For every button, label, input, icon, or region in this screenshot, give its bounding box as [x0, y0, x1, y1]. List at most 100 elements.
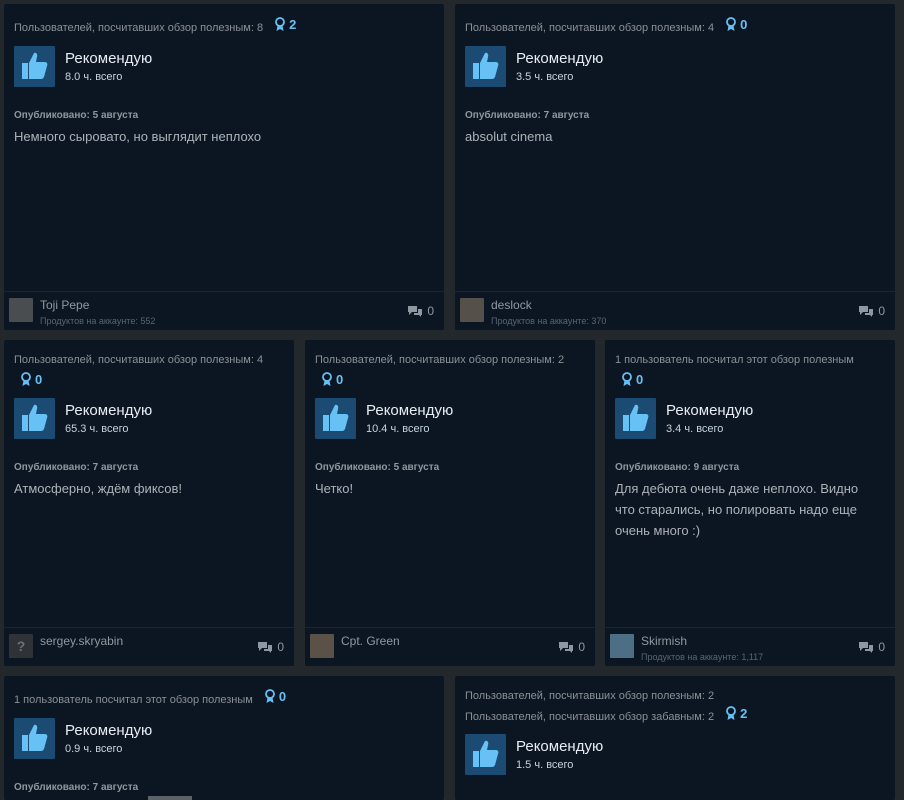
- comments-icon: [258, 641, 273, 653]
- recommendation-block[interactable]: Рекомендую 10.4 ч. всего: [315, 398, 575, 440]
- thumbs-up-icon: [22, 52, 48, 79]
- posted-date: Опубликовано: 5 августа: [14, 110, 139, 121]
- recommendation-title: Рекомендую: [516, 738, 604, 755]
- award-count: 0: [336, 372, 344, 387]
- playtime-hours: 3.4 ч. всего: [666, 423, 724, 435]
- review-text-line: что старались, но полировать надо еще: [615, 502, 857, 517]
- author-name[interactable]: deslock: [491, 298, 532, 312]
- award-button[interactable]: 0: [725, 16, 747, 33]
- comments-count: 0: [878, 304, 885, 318]
- recommendation-block[interactable]: Рекомендую 1.5 ч. всего: [465, 734, 725, 776]
- helpful-count: Пользователей, посчитавших обзор полезны…: [465, 22, 715, 34]
- recommendation-title: Рекомендую: [65, 402, 153, 419]
- comments-button[interactable]: 0: [257, 640, 284, 654]
- recommendation-block[interactable]: Рекомендую 3.5 ч. всего: [465, 46, 725, 88]
- award-count: 2: [740, 706, 748, 721]
- award-button[interactable]: 0: [264, 688, 286, 705]
- review-card: Пользователей, посчитавших обзор полезны…: [4, 4, 444, 330]
- author-products: Продуктов на аккаунте: 370: [491, 316, 607, 326]
- review-header: Пользователей, посчитавших обзор полезны…: [14, 16, 434, 37]
- review-text-line: очень много :): [615, 523, 701, 538]
- review-card: 1 пользователь посчитал этот обзор полез…: [4, 676, 444, 800]
- thumbs-up-icon: [323, 404, 349, 431]
- thumbs-up-badge: [14, 46, 55, 87]
- thumbs-up-icon: [22, 404, 48, 431]
- review-footer: Cpt. Green 0: [305, 627, 595, 666]
- award-icon: [21, 372, 31, 386]
- recommendation-title: Рекомендую: [65, 50, 153, 67]
- review-header: 1 пользователь посчитал этот обзор полез…: [615, 352, 885, 392]
- thumbs-up-badge: [14, 398, 55, 439]
- author-name[interactable]: sergey.skryabin: [40, 634, 123, 648]
- author-products: Продуктов на аккаунте: 552: [40, 316, 156, 326]
- award-count: 0: [35, 372, 43, 387]
- review-card: Пользователей, посчитавших обзор полезны…: [305, 340, 595, 666]
- review-text: absolut cinema: [465, 129, 553, 144]
- comments-icon: [859, 305, 874, 317]
- avatar-placeholder-icon[interactable]: ?: [9, 634, 33, 658]
- helpful-count: Пользователей, посчитавших обзор полезны…: [14, 354, 264, 366]
- review-footer: Toji Pepe Продуктов на аккаунте: 552 0: [4, 291, 444, 330]
- posted-date: Опубликовано: 7 августа: [465, 110, 590, 121]
- avatar[interactable]: [310, 634, 334, 658]
- thumbs-up-icon: [473, 52, 499, 79]
- comments-button[interactable]: 0: [858, 640, 885, 654]
- review-header: Пользователей, посчитавших обзор полезны…: [14, 352, 284, 392]
- review-text: Немного сыровато, но выглядит неплохо: [14, 129, 262, 144]
- author-name[interactable]: Toji Pepe: [40, 298, 89, 312]
- posted-date: Опубликовано: 9 августа: [615, 462, 740, 473]
- comments-icon: [408, 305, 423, 317]
- award-icon: [726, 706, 737, 720]
- recommendation-title: Рекомендую: [65, 722, 153, 739]
- avatar[interactable]: [9, 298, 33, 322]
- posted-date: Опубликовано: 5 августа: [315, 462, 440, 473]
- posted-date: Опубликовано: 7 августа: [14, 462, 139, 473]
- playtime-hours: 3.5 ч. всего: [516, 71, 574, 83]
- comments-icon: [859, 641, 874, 653]
- award-button[interactable]: 2: [274, 16, 296, 33]
- recommendation-block[interactable]: Рекомендую 8.0 ч. всего: [14, 46, 274, 88]
- award-button[interactable]: 0: [621, 371, 643, 388]
- thumbs-up-icon: [473, 740, 499, 767]
- recommendation-title: Рекомендую: [366, 402, 454, 419]
- avatar[interactable]: [610, 634, 634, 658]
- thumbs-up-badge: [14, 718, 55, 759]
- playtime-hours: 1.5 ч. всего: [516, 759, 574, 771]
- award-count: 2: [289, 17, 297, 32]
- comments-count: 0: [277, 640, 284, 654]
- award-count: 0: [740, 17, 748, 32]
- comments-button[interactable]: 0: [858, 304, 885, 318]
- scroll-indicator: [148, 796, 192, 800]
- award-button[interactable]: 0: [20, 371, 42, 388]
- author-products: Продуктов на аккаунте: 1,117: [641, 652, 764, 662]
- review-text: Четко!: [315, 481, 354, 496]
- thumbs-up-icon: [22, 724, 48, 751]
- award-icon: [322, 372, 332, 386]
- comments-count: 0: [578, 640, 585, 654]
- comments-button[interactable]: 0: [407, 304, 434, 318]
- award-icon: [622, 372, 632, 386]
- award-button[interactable]: 0: [321, 371, 343, 388]
- helpful-count: 1 пользователь посчитал этот обзор полез…: [14, 694, 253, 706]
- avatar[interactable]: [460, 298, 484, 322]
- review-footer: deslock Продуктов на аккаунте: 370 0: [455, 291, 895, 330]
- review-card: Пользователей, посчитавших обзор полезны…: [455, 676, 895, 800]
- award-button[interactable]: 2: [725, 705, 747, 722]
- recommendation-block[interactable]: Рекомендую 65.3 ч. всего: [14, 398, 274, 440]
- comments-button[interactable]: 0: [558, 640, 585, 654]
- award-count: 0: [278, 689, 287, 704]
- comments-count: 0: [427, 304, 434, 318]
- recommendation-block[interactable]: Рекомендую 3.4 ч. всего: [615, 398, 875, 440]
- author-name[interactable]: Cpt. Green: [341, 634, 400, 648]
- review-header: 1 пользователь посчитал этот обзор полез…: [14, 688, 434, 709]
- thumbs-up-badge: [315, 398, 356, 439]
- playtime-hours: 0.9 ч. всего: [65, 743, 123, 755]
- author-name[interactable]: Skirmish: [641, 634, 687, 648]
- review-footer: ? sergey.skryabin 0: [4, 627, 294, 666]
- comments-icon: [559, 641, 574, 653]
- review-footer: Skirmish Продуктов на аккаунте: 1,117 0: [605, 627, 895, 666]
- recommendation-block[interactable]: Рекомендую 0.9 ч. всего: [14, 718, 274, 760]
- playtime-hours: 8.0 ч. всего: [65, 71, 123, 83]
- comments-count: 0: [878, 640, 885, 654]
- playtime-hours: 10.4 ч. всего: [366, 423, 430, 435]
